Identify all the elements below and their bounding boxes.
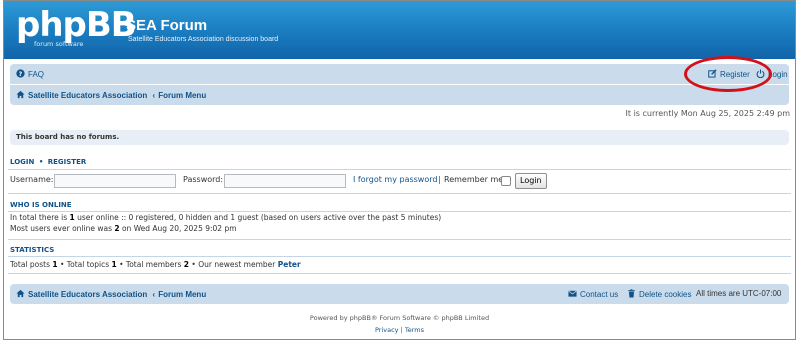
newest-label: • Our newest member	[189, 260, 278, 269]
home-icon	[16, 289, 25, 298]
divider	[8, 169, 791, 170]
no-forums-text: This board has no forums.	[16, 133, 120, 141]
breadcrumb-forum-menu[interactable]: Forum Menu	[158, 91, 206, 100]
faq-link[interactable]: ? FAQ	[16, 69, 44, 79]
online-line1-pre: In total there is	[10, 213, 70, 222]
members-label: • Total members	[116, 260, 184, 269]
footer-navbar: Satellite Educators Association ‹ Forum M…	[10, 284, 789, 304]
title-separator: •	[38, 158, 44, 166]
logo-text: phpBB	[16, 5, 137, 45]
breadcrumb-separator: ‹	[152, 91, 156, 100]
online-line1-post: user online :: 0 registered, 0 hidden an…	[74, 213, 442, 222]
login-section-title: LOGIN • REGISTER	[10, 158, 86, 166]
remember-me-label: Remember me	[444, 175, 504, 184]
login-heading-link[interactable]: LOGIN	[10, 158, 34, 166]
no-forums-notice: This board has no forums.	[10, 130, 789, 145]
remember-me-checkbox[interactable]	[501, 176, 511, 186]
current-time: It is currently Mon Aug 25, 2025 2:49 pm	[625, 109, 790, 118]
statistics-title: STATISTICS	[10, 246, 55, 254]
password-field[interactable]	[224, 174, 346, 188]
contact-us-label: Contact us	[580, 290, 619, 299]
envelope-icon	[568, 290, 577, 297]
site-description: Satellite Educators Association discussi…	[128, 36, 279, 43]
footer-breadcrumb-forum-menu[interactable]: Forum Menu	[158, 290, 206, 299]
footer-link-separator: |	[400, 326, 403, 334]
password-label: Password:	[183, 175, 224, 184]
page-frame: phpBB forum software SEA Forum Satellite…	[3, 0, 796, 340]
top-navbar: ? FAQ Register Login	[10, 64, 789, 84]
contact-us-link[interactable]: Contact us	[568, 289, 618, 299]
highlight-circle	[684, 56, 772, 92]
online-users-text: In total there is 1 user online :: 0 reg…	[10, 213, 441, 222]
svg-text:?: ?	[19, 71, 23, 78]
site-title: SEA Forum	[126, 17, 208, 34]
pipe-separator: |	[438, 175, 441, 184]
username-field[interactable]	[54, 174, 176, 188]
newest-member-link[interactable]: Peter	[278, 260, 301, 269]
privacy-link[interactable]: Privacy	[375, 326, 399, 334]
question-circle-icon: ?	[16, 69, 25, 78]
delete-cookies-link[interactable]: Delete cookies	[627, 289, 691, 299]
delete-cookies-label: Delete cookies	[639, 290, 692, 299]
phpbb-logo[interactable]: phpBB forum software	[16, 5, 137, 48]
footer-breadcrumb-separator: ‹	[152, 290, 156, 299]
record-line-post: on Wed Aug 20, 2025 9:02 pm	[119, 224, 237, 233]
footer-breadcrumb-home[interactable]: Satellite Educators Association	[28, 290, 147, 299]
register-heading-link[interactable]: REGISTER	[48, 158, 87, 166]
divider	[8, 239, 791, 240]
divider	[8, 273, 791, 274]
who-is-online-title[interactable]: WHO IS ONLINE	[10, 201, 72, 209]
login-form: Username: Password: I forgot my password…	[10, 173, 789, 189]
breadcrumb: Satellite Educators Association ‹ Forum M…	[16, 90, 206, 100]
record-line-pre: Most users ever online was	[10, 224, 115, 233]
site-header: phpBB forum software SEA Forum Satellite…	[4, 1, 795, 59]
record-users-text: Most users ever online was 2 on Wed Aug …	[10, 224, 237, 233]
footer-links: Privacy | Terms	[4, 326, 795, 334]
login-button[interactable]: Login	[515, 173, 547, 189]
divider	[8, 211, 791, 212]
username-label: Username:	[10, 175, 54, 184]
trash-icon	[628, 289, 635, 298]
forgot-password-link[interactable]: I forgot my password	[353, 175, 437, 184]
divider	[8, 193, 791, 194]
timezone-text: All times are UTC-07:00	[696, 289, 782, 298]
posts-label: Total posts	[10, 260, 53, 269]
statistics-text: Total posts 1 • Total topics 1 • Total m…	[10, 260, 301, 269]
breadcrumb-home[interactable]: Satellite Educators Association	[28, 91, 147, 100]
terms-link[interactable]: Terms	[405, 326, 424, 334]
logo-subtitle: forum software	[34, 40, 84, 48]
home-icon	[16, 90, 25, 99]
footer-breadcrumb: Satellite Educators Association ‹ Forum M…	[16, 289, 206, 299]
topics-label: • Total topics	[57, 260, 112, 269]
faq-label: FAQ	[28, 70, 45, 79]
powered-by-text: Powered by phpBB® Forum Software © phpBB…	[309, 314, 490, 322]
breadcrumb-bar: Satellite Educators Association ‹ Forum M…	[10, 85, 789, 105]
divider	[8, 256, 791, 257]
